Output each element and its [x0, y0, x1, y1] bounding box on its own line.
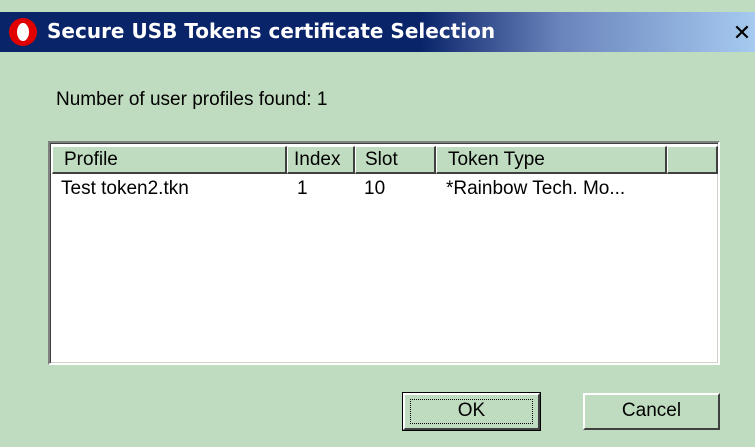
- certificate-selection-dialog: Secure USB Tokens certificate Selection …: [0, 0, 755, 447]
- column-header-token-type[interactable]: Token Type: [436, 146, 667, 174]
- close-icon: ✕: [732, 21, 752, 46]
- column-header-filler: [667, 146, 718, 174]
- cell-token-type: *Rainbow Tech. Mo...: [446, 178, 626, 199]
- column-header-profile[interactable]: Profile: [52, 146, 287, 174]
- focus-rectangle: [410, 399, 533, 424]
- profile-count-label: Number of user profiles found: 1: [56, 89, 328, 110]
- close-button[interactable]: ✕: [729, 20, 755, 48]
- cell-slot: 10: [364, 178, 386, 199]
- window-title: Secure USB Tokens certificate Selection: [47, 19, 496, 43]
- cell-profile: Test token2.tkn: [61, 178, 189, 199]
- column-header-index[interactable]: Index: [287, 146, 355, 174]
- column-header-slot[interactable]: Slot: [355, 146, 436, 174]
- cell-index: 1: [297, 178, 308, 199]
- ok-button[interactable]: OK: [402, 392, 541, 431]
- title-bar[interactable]: Secure USB Tokens certificate Selection …: [0, 12, 755, 52]
- cancel-button[interactable]: Cancel: [583, 393, 720, 430]
- app-icon: [9, 18, 37, 46]
- cancel-button-label: Cancel: [621, 400, 682, 421]
- profile-list[interactable]: Profile Index Slot Token Type Test token…: [48, 141, 720, 365]
